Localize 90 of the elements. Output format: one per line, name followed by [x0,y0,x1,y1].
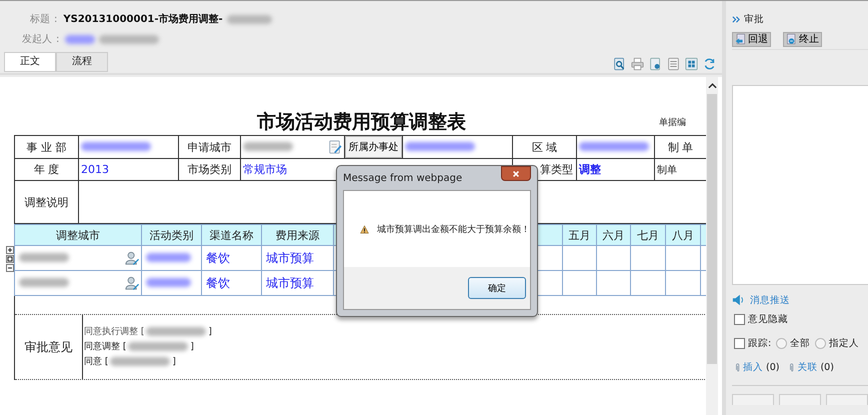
office-button[interactable]: 所属办事处 [346,136,402,158]
remove-row-icon[interactable] [6,264,14,272]
field-label: 审批意见 [15,315,83,379]
radio-button[interactable] [776,338,788,348]
document-lines-icon[interactable] [667,57,680,71]
redacted-text [146,327,206,336]
panel-title: 审批 [744,12,764,26]
close-icon [512,170,520,178]
title-label: 标题 [30,12,50,26]
column-header: 八月 [666,224,700,246]
attachment-link[interactable]: 关联 [797,360,818,374]
redacted-text [99,34,160,44]
checkbox-label: 意见隐藏 [748,312,788,326]
speaker-icon [732,293,746,307]
radio-label: 全部 [790,336,810,350]
bracket: ] [172,356,176,366]
redacted-text [19,278,69,287]
bracket: ] [190,342,194,352]
preview-icon[interactable] [613,57,626,71]
action-button[interactable]: 回退 [732,32,771,46]
scroll-up-icon[interactable] [708,82,716,90]
field-label: 市场类别 [178,158,240,180]
document-number-label: 单据编 [659,116,686,130]
refresh-icon[interactable] [703,57,716,71]
dialog-title: Message from webpage [343,172,462,184]
opinion-text: 同意执行调整 [ [84,326,144,338]
field-value[interactable]: 常规市场 [243,163,287,176]
colon: : [56,34,60,44]
colon: : [54,14,58,24]
opinion-input[interactable] [732,85,868,285]
action-button[interactable]: 终止 [783,32,822,46]
checkbox[interactable] [734,314,745,324]
checkbox-label: 跟踪: [748,336,772,350]
radio-button[interactable] [815,338,826,348]
checkbox[interactable] [734,338,745,348]
edit-icon [328,140,342,154]
redacted-link[interactable] [146,253,191,262]
redacted-text [243,142,293,150]
add-row-icon[interactable] [6,246,14,254]
column-header: 渠道名称 [202,224,262,246]
field-label: 区 域 [512,136,576,158]
tab[interactable]: 正文 [4,52,56,72]
paperclip-icon [734,362,740,372]
field-label: 年 度 [14,158,78,180]
field-value[interactable]: 2013 [81,163,109,176]
field-value[interactable]: 调整 [579,163,601,176]
redacted-text [19,253,69,262]
redacted-link[interactable] [579,142,649,150]
close-button[interactable] [501,166,531,181]
redacted-link[interactable] [405,142,475,150]
column-header: 费用来源 [262,224,334,246]
column-header: 六月 [596,224,630,246]
opinion-text: 同意调整 [ [84,340,126,353]
column-header: 五月 [562,224,596,246]
ok-button[interactable]: 确定 [468,277,526,299]
dialog-message: 城市预算调出金额不能大于预算余额！ [377,224,530,236]
footer-button[interactable] [826,394,868,405]
footer-button[interactable] [732,394,774,405]
redacted-text [226,14,272,24]
person-icon [125,251,139,265]
redacted-link[interactable] [146,278,191,287]
radio-label: 指定人 [829,336,860,350]
attachment-count: (0) [766,362,780,372]
bracket: ] [208,326,212,336]
scrollbar[interactable] [706,77,718,415]
person-icon [125,276,139,290]
column-header: 调整城市 [14,224,142,246]
paperclip-icon [788,362,794,372]
tab[interactable]: 流程 [56,52,108,72]
document-minus-icon [786,33,797,45]
initiator-label: 发起人 [22,32,52,46]
row-box-icon[interactable] [6,255,14,263]
redacted-text [128,342,188,351]
redacted-text [110,357,170,366]
column-header: 七月 [630,224,666,246]
document-title: YS20131000001-市场费用调整- [63,12,223,26]
attachment-count: (0) [820,362,834,372]
opinion-text: 同意 [ [84,356,108,368]
attachment-link[interactable]: 插入 [743,360,763,374]
field-label: 事 业 部 [14,136,78,158]
field-label: 申请城市 [178,136,240,158]
grid-icon[interactable] [685,57,698,71]
scroll-thumb[interactable] [707,94,717,364]
redacted-link[interactable] [81,142,151,150]
chevrons-icon [732,14,740,24]
push-link[interactable]: 消息推送 [750,294,790,306]
footer-button[interactable] [779,394,821,405]
column-header: 活动类别 [142,224,202,246]
printer-icon[interactable] [631,57,644,71]
form-title: 市场活动费用预算调整表 [257,110,466,135]
